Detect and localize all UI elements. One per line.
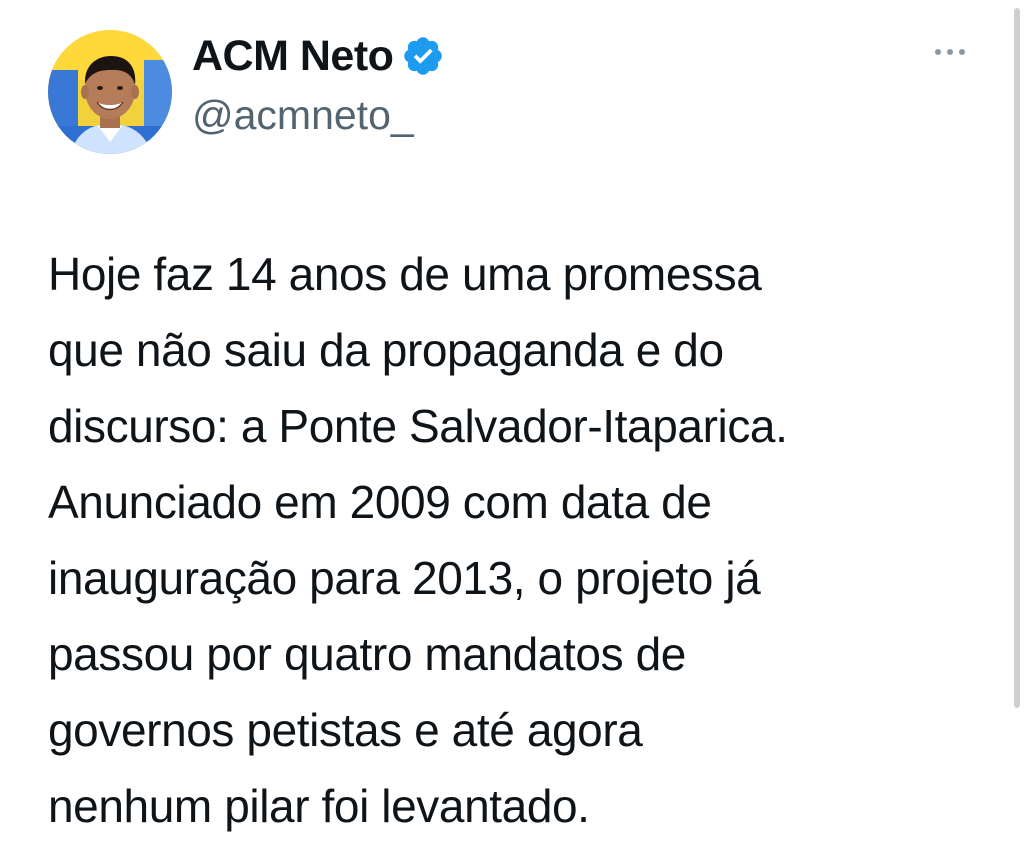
author-handle[interactable]: @acmneto_ (192, 92, 414, 139)
verified-badge-icon (401, 34, 445, 78)
scrollbar[interactable] (1010, 0, 1020, 720)
author-avatar[interactable] (48, 30, 172, 154)
avatar-photo (48, 30, 172, 154)
scrollbar-thumb[interactable] (1014, 8, 1020, 708)
more-options-icon[interactable] (928, 34, 972, 70)
author-name-row[interactable]: ACM Neto (192, 30, 445, 82)
tweet-text: Hoje faz 14 anos de uma promessa que não… (48, 248, 788, 832)
author-display-name[interactable]: ACM Neto (192, 32, 394, 81)
tweet-card: ACM Neto @acmneto_ Hoje faz 14 anos de u… (0, 0, 1024, 857)
